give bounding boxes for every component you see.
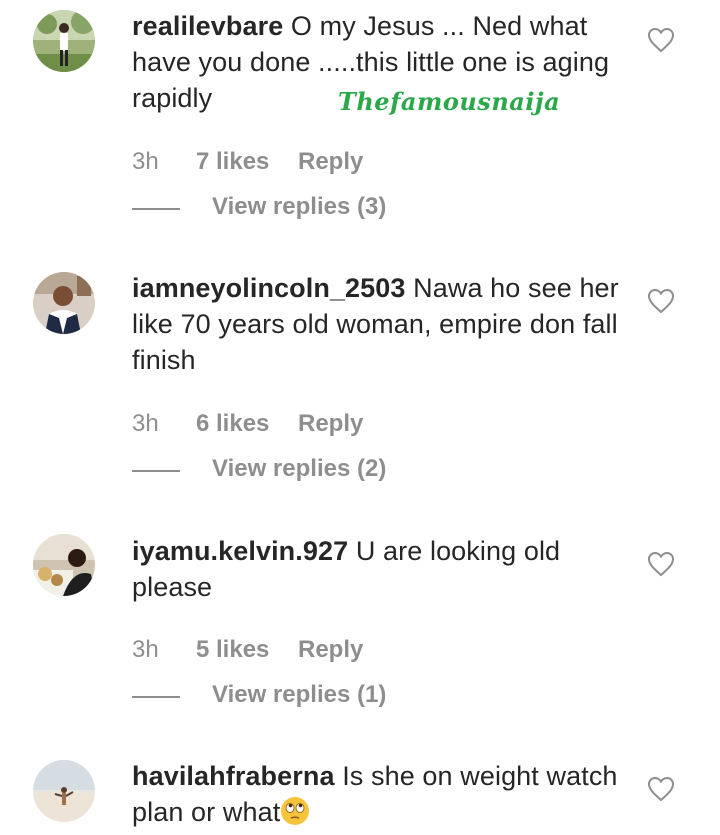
comment-username[interactable]: iamneyolincoln_2503	[132, 273, 406, 303]
like-heart-icon[interactable]	[647, 551, 675, 577]
comment-likes[interactable]: 6 likes	[196, 410, 269, 438]
comment-username[interactable]: realilevbare	[132, 11, 283, 41]
avatar[interactable]	[33, 760, 95, 822]
reply-button[interactable]: Reply	[298, 410, 363, 438]
reply-button[interactable]: Reply	[298, 148, 363, 176]
comment-text: iyamu.kelvin.927 U are looking old pleas…	[132, 533, 622, 605]
watermark-text: Thefamousnaija	[338, 87, 561, 116]
avatar[interactable]	[33, 534, 95, 596]
avatar[interactable]	[33, 10, 95, 72]
view-replies-label: View replies (2)	[212, 455, 387, 482]
avatar-person-outdoors-icon	[33, 10, 95, 72]
replies-divider	[132, 208, 180, 210]
avatar-beach-icon	[33, 760, 95, 822]
avatar-man-dining-icon	[33, 534, 95, 596]
replies-divider	[132, 470, 180, 472]
comment-likes[interactable]: 5 likes	[196, 636, 269, 664]
like-heart-icon[interactable]	[647, 776, 675, 802]
like-heart-icon[interactable]	[647, 288, 675, 314]
comment-username[interactable]: iyamu.kelvin.927	[132, 536, 348, 566]
replies-divider	[132, 696, 180, 698]
comment-likes[interactable]: 7 likes	[196, 148, 269, 176]
avatar[interactable]	[33, 272, 95, 334]
reply-button[interactable]: Reply	[298, 636, 363, 664]
comment-username[interactable]: havilahfraberna	[132, 761, 335, 791]
comment-time: 3h	[132, 410, 159, 437]
like-heart-icon[interactable]	[647, 27, 675, 53]
eye-roll-emoji-icon	[280, 796, 310, 826]
comment-text: iamneyolincoln_2503 Nawa ho see her like…	[132, 270, 622, 378]
view-replies-label: View replies (3)	[212, 193, 387, 220]
comment-text: havilahfraberna Is she on weight watch p…	[132, 758, 622, 830]
comment-time: 3h	[132, 636, 159, 663]
view-replies-label: View replies (1)	[212, 681, 387, 708]
comment-time: 3h	[132, 148, 159, 175]
avatar-man-suit-icon	[33, 272, 95, 334]
